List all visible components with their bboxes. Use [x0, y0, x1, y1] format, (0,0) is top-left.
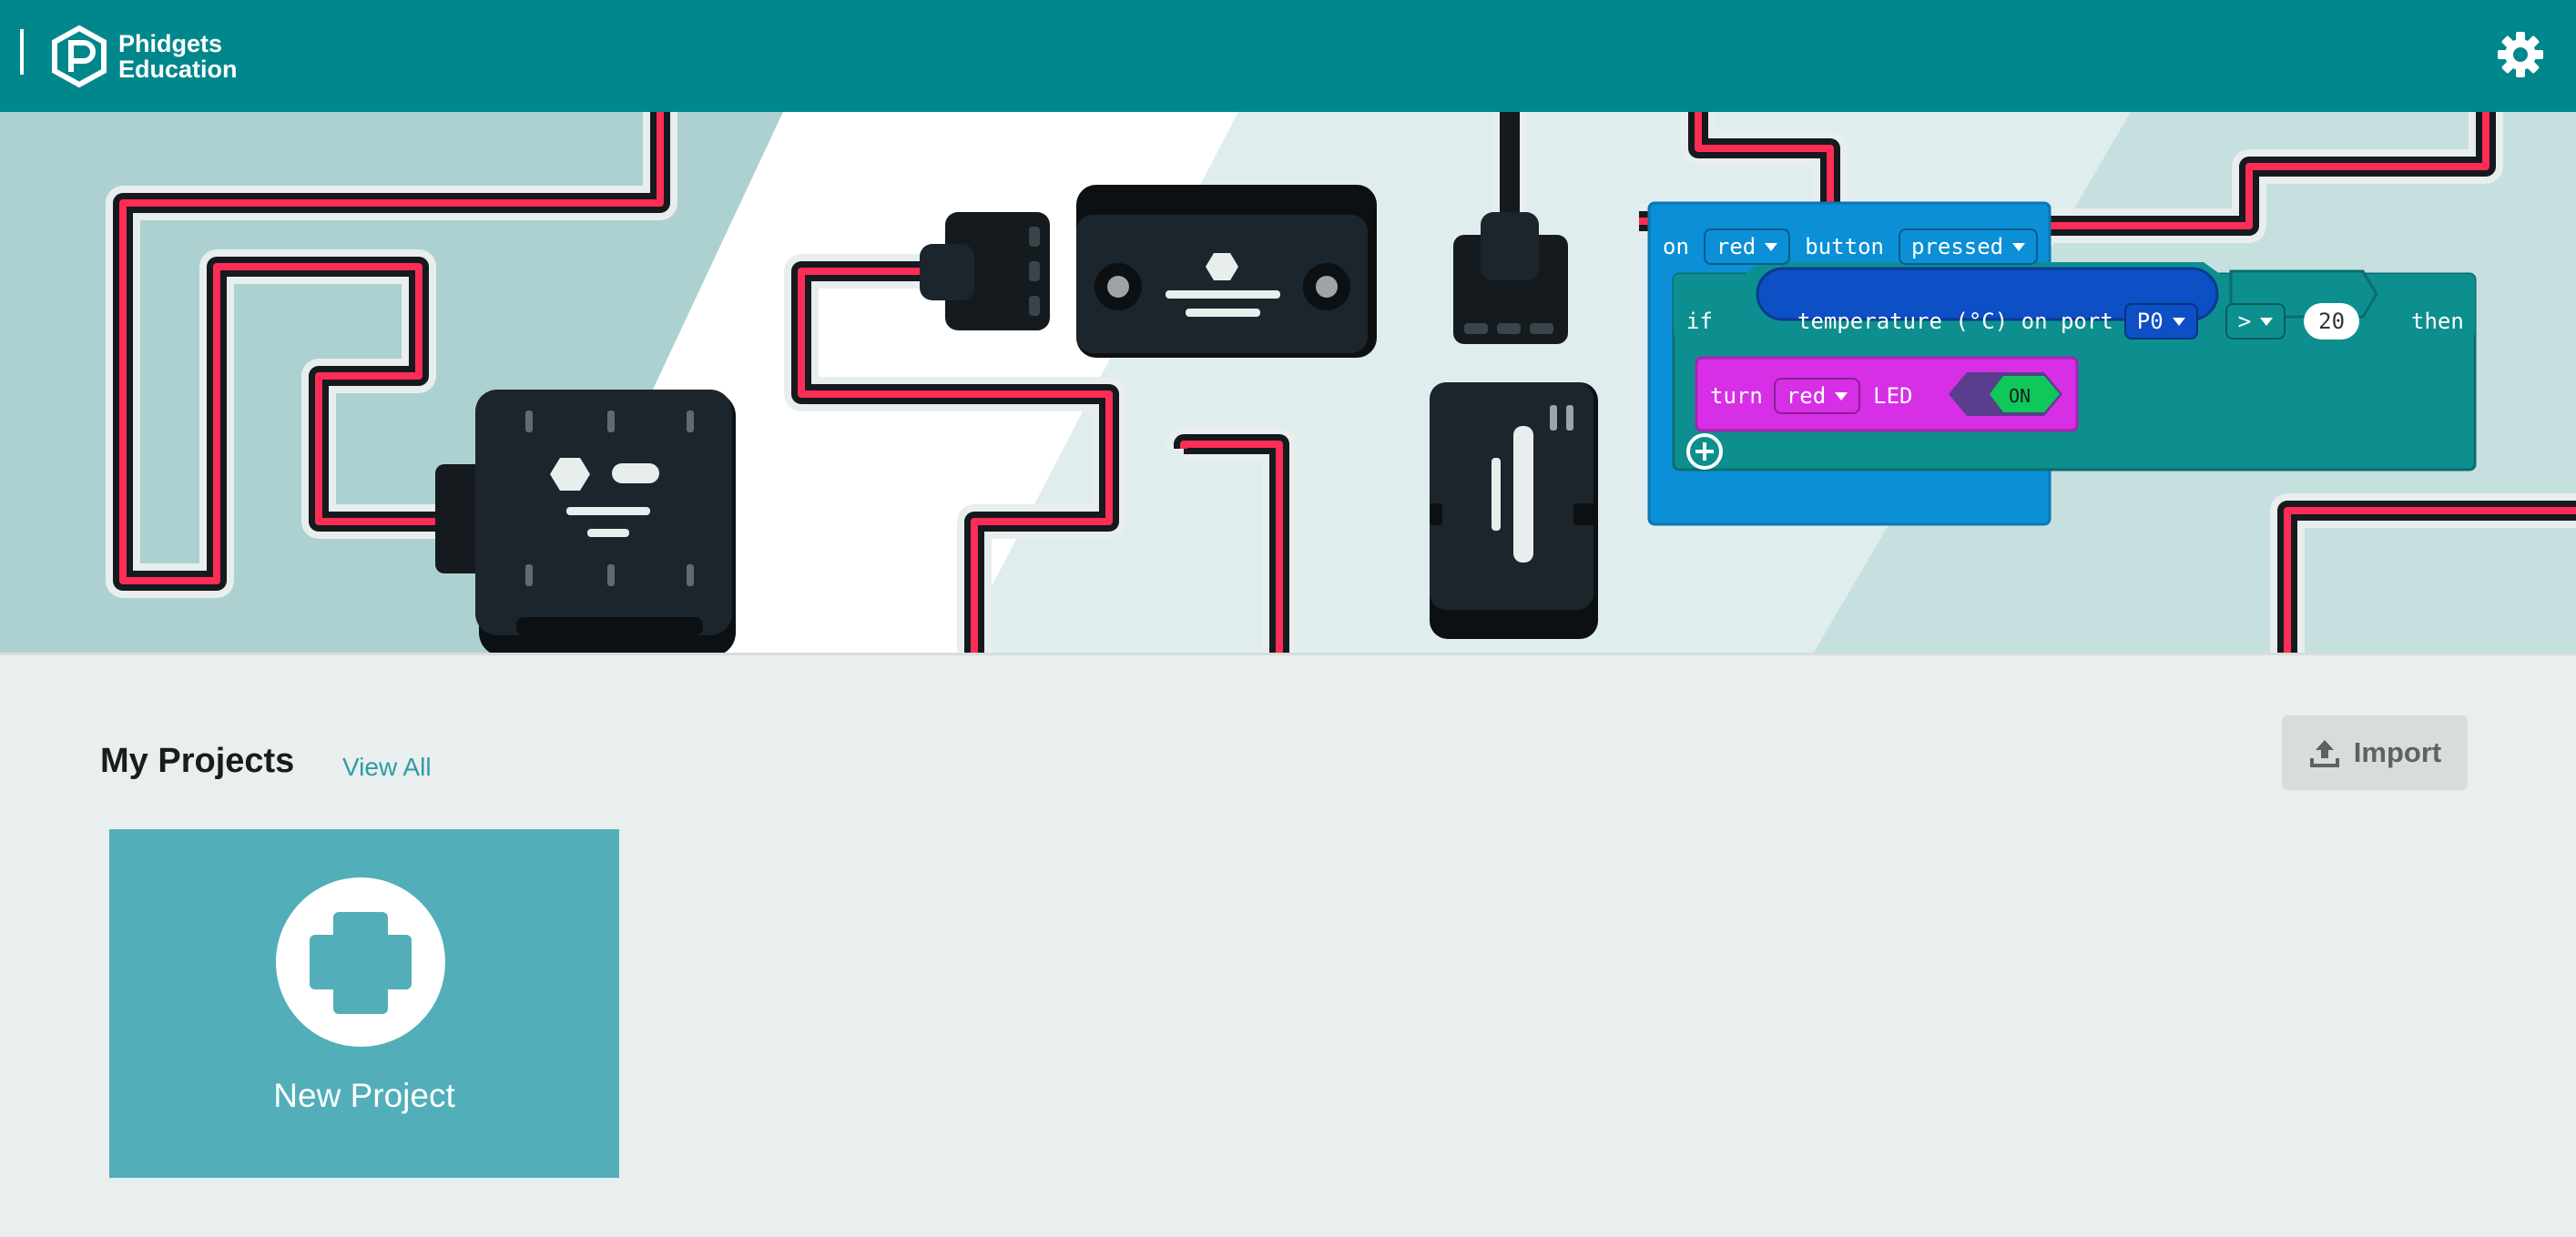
block-turn-label: turn — [1710, 383, 1763, 409]
block-event-row: on red button pressed — [1663, 224, 2039, 269]
hero-bottom-border — [0, 653, 2576, 655]
upload-icon — [2309, 740, 2339, 767]
block-if-label: if — [1686, 309, 1713, 334]
hub-device-illustration — [435, 390, 736, 655]
logo-line-1: Phidgets — [118, 30, 223, 57]
block-on-dropdown: red — [1703, 228, 1791, 265]
block-operator-dropdown: > — [2225, 303, 2286, 340]
dropdown-arrow-icon — [1835, 391, 1848, 401]
phidgets-education-logo[interactable]: Phidgets Education — [47, 22, 302, 91]
block-temperature-label: temperature (°C) on port — [1797, 309, 2113, 334]
dropdown-arrow-icon — [2012, 242, 2026, 251]
phidgets-logo-icon — [52, 25, 107, 88]
block-on-toggle-label: ON — [2009, 385, 2031, 407]
hero-banner: on red button pressed if temperature (°C… — [0, 112, 2576, 655]
block-action-row: turn red LED — [1710, 373, 1913, 419]
block-port-dropdown: P0 — [2123, 303, 2198, 340]
block-led-label: LED — [1873, 383, 1913, 409]
block-button-label: button — [1805, 234, 1884, 259]
block-condition-row: temperature (°C) on port P0 > 20 — [1797, 299, 2360, 344]
block-operator-value: > — [2237, 309, 2252, 334]
top-header: Phidgets Education — [0, 0, 2576, 112]
block-port-dropdown-value: P0 — [2136, 309, 2164, 334]
import-button[interactable]: Import — [2282, 715, 2468, 790]
import-button-label: Import — [2353, 736, 2442, 768]
plus-icon — [276, 877, 445, 1047]
block-turn-dropdown: red — [1773, 378, 1861, 414]
block-on-label: on — [1663, 234, 1689, 259]
logo-line-2: Education — [118, 56, 238, 83]
my-projects-title: My Projects — [100, 742, 295, 780]
header-divider — [20, 29, 24, 75]
block-pressed-dropdown: pressed — [1898, 228, 2039, 265]
block-on-dropdown-value: red — [1716, 234, 1756, 259]
view-all-link[interactable]: View All — [342, 753, 432, 782]
logo-text: Phidgets Education — [118, 31, 238, 82]
block-pressed-dropdown-value: pressed — [1910, 234, 2004, 259]
block-value-input: 20 — [2304, 303, 2360, 340]
new-project-label: New Project — [273, 1077, 455, 1114]
button-device-illustration — [1430, 382, 1598, 639]
block-turn-dropdown-value: red — [1786, 383, 1827, 409]
dropdown-arrow-icon — [2260, 317, 2274, 326]
plus-icon-horizontal — [310, 935, 412, 989]
dropdown-arrow-icon — [2172, 317, 2185, 326]
block-then-label: then — [2411, 309, 2464, 334]
dropdown-arrow-icon — [1765, 242, 1778, 251]
hero-illustration — [0, 112, 2576, 655]
gear-icon[interactable] — [2495, 29, 2546, 80]
new-project-card[interactable]: New Project — [109, 829, 619, 1178]
